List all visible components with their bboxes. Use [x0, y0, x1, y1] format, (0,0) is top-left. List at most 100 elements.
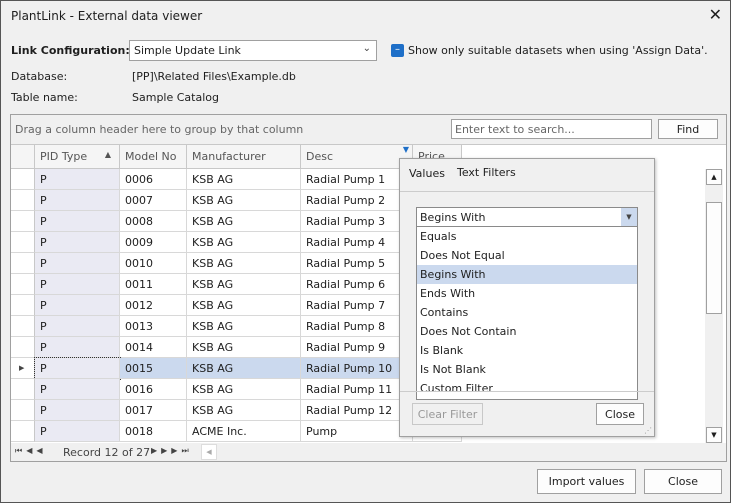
row-indicator[interactable] [11, 211, 35, 232]
table-cell[interactable]: 0010 [120, 253, 187, 274]
table-cell[interactable]: KSB AG [187, 169, 301, 190]
table-cell[interactable]: KSB AG [187, 253, 301, 274]
table-cell[interactable]: P [35, 232, 120, 253]
table-cell[interactable]: Radial Pump 3 [301, 211, 413, 232]
table-cell[interactable]: 0012 [120, 295, 187, 316]
nav-next-last-icons[interactable]: ▶▶▶⏭ [151, 446, 193, 456]
filter-operator-select[interactable]: Begins With ▼ [416, 207, 638, 227]
filter-option[interactable]: Does Not Equal [417, 246, 637, 265]
search-input[interactable]: Enter text to search... [451, 119, 652, 139]
table-cell[interactable]: P [35, 190, 120, 211]
scroll-down-icon[interactable]: ▼ [706, 427, 722, 443]
table-cell[interactable]: KSB AG [187, 316, 301, 337]
table-cell[interactable]: 0014 [120, 337, 187, 358]
table-cell[interactable]: KSB AG [187, 232, 301, 253]
table-cell[interactable]: Radial Pump 2 [301, 190, 413, 211]
table-cell[interactable]: P [35, 211, 120, 232]
table-cell[interactable]: P [35, 274, 120, 295]
scroll-up-icon[interactable]: ▲ [706, 169, 722, 185]
table-cell[interactable]: ACME Inc. [187, 421, 301, 442]
table-cell[interactable]: 0016 [120, 379, 187, 400]
table-cell[interactable]: KSB AG [187, 337, 301, 358]
table-cell[interactable]: P [35, 316, 120, 337]
filter-option[interactable]: Is Not Blank [417, 360, 637, 379]
table-cell[interactable]: Radial Pump 12 [301, 400, 413, 421]
row-indicator[interactable] [11, 379, 35, 400]
filter-icon[interactable]: ▼ [403, 145, 409, 154]
table-cell[interactable]: KSB AG [187, 400, 301, 421]
scroll-thumb[interactable] [706, 202, 722, 314]
close-icon[interactable]: ✕ [709, 5, 722, 24]
resize-grip-icon[interactable]: ⋰ [644, 426, 652, 435]
filter-option[interactable]: Contains [417, 303, 637, 322]
table-cell[interactable]: KSB AG [187, 358, 301, 379]
table-cell[interactable]: Radial Pump 6 [301, 274, 413, 295]
table-cell[interactable]: P [35, 379, 120, 400]
table-cell[interactable]: 0013 [120, 316, 187, 337]
find-button[interactable]: Find [658, 119, 718, 139]
row-indicator[interactable] [11, 274, 35, 295]
table-cell[interactable]: P [35, 253, 120, 274]
table-cell[interactable]: Radial Pump 11 [301, 379, 413, 400]
table-cell[interactable]: P [34, 357, 121, 380]
table-cell[interactable]: P [35, 337, 120, 358]
row-indicator[interactable] [11, 190, 35, 211]
import-values-button[interactable]: Import values [537, 469, 636, 494]
popup-close-button[interactable]: Close [596, 403, 644, 425]
row-indicator[interactable] [11, 316, 35, 337]
table-cell[interactable]: 0009 [120, 232, 187, 253]
table-cell[interactable]: 0007 [120, 190, 187, 211]
table-cell[interactable]: KSB AG [187, 211, 301, 232]
filter-option[interactable]: Equals [417, 227, 637, 246]
link-config-select[interactable]: Simple Update Link ⌄ [129, 40, 377, 61]
filter-option[interactable]: Is Blank [417, 341, 637, 360]
nav-first-prev-icons[interactable]: ⏮◀◀ [15, 446, 47, 456]
table-cell[interactable]: 0017 [120, 400, 187, 421]
table-cell[interactable]: 0018 [120, 421, 187, 442]
column-header-manufacturer[interactable]: Manufacturer [187, 145, 301, 169]
clear-filter-button[interactable]: Clear Filter [412, 403, 483, 425]
suitable-datasets-checkbox[interactable]: – [391, 44, 404, 57]
table-cell[interactable]: KSB AG [187, 274, 301, 295]
column-header-pid-type[interactable]: PID Type ▲ [35, 145, 120, 169]
table-cell[interactable]: KSB AG [187, 379, 301, 400]
vertical-scrollbar[interactable]: ▲ ▼ [705, 169, 723, 443]
filter-option[interactable]: Ends With [417, 284, 637, 303]
table-cell[interactable]: P [35, 400, 120, 421]
table-cell[interactable]: Pump [301, 421, 413, 442]
table-cell[interactable]: Radial Pump 9 [301, 337, 413, 358]
table-cell[interactable]: Radial Pump 10 [301, 358, 413, 379]
row-indicator[interactable] [11, 253, 35, 274]
tab-text-filters[interactable]: Text Filters [457, 166, 516, 179]
tab-values[interactable]: Values [409, 167, 445, 180]
table-cell[interactable]: P [35, 169, 120, 190]
chevron-down-icon[interactable]: ▼ [621, 208, 637, 226]
table-cell[interactable]: Radial Pump 8 [301, 316, 413, 337]
column-header-desc[interactable]: Desc ▼ [301, 145, 413, 169]
table-cell[interactable]: Radial Pump 1 [301, 169, 413, 190]
table-cell[interactable]: KSB AG [187, 295, 301, 316]
row-indicator[interactable] [11, 337, 35, 358]
row-indicator[interactable] [11, 421, 35, 442]
row-indicator[interactable] [11, 169, 35, 190]
row-indicator[interactable] [11, 232, 35, 253]
filter-option[interactable]: Custom Filter [417, 379, 637, 398]
table-cell[interactable]: P [35, 421, 120, 442]
group-panel[interactable]: Drag a column header here to group by th… [11, 115, 726, 145]
close-button[interactable]: Close [644, 469, 722, 494]
table-cell[interactable]: 0015 [120, 358, 187, 379]
table-cell[interactable]: 0006 [120, 169, 187, 190]
column-header-model-no[interactable]: Model No [120, 145, 187, 169]
row-indicator[interactable] [11, 400, 35, 421]
table-cell[interactable]: P [35, 295, 120, 316]
table-cell[interactable]: KSB AG [187, 190, 301, 211]
table-cell[interactable]: 0008 [120, 211, 187, 232]
table-cell[interactable]: 0011 [120, 274, 187, 295]
table-cell[interactable]: Radial Pump 7 [301, 295, 413, 316]
scroll-left-icon[interactable]: ◀ [201, 444, 217, 460]
table-cell[interactable]: Radial Pump 4 [301, 232, 413, 253]
current-row-indicator-icon[interactable]: ▶ [11, 358, 35, 379]
filter-option[interactable]: Begins With [417, 265, 637, 284]
filter-option[interactable]: Does Not Contain [417, 322, 637, 341]
table-cell[interactable]: Radial Pump 5 [301, 253, 413, 274]
